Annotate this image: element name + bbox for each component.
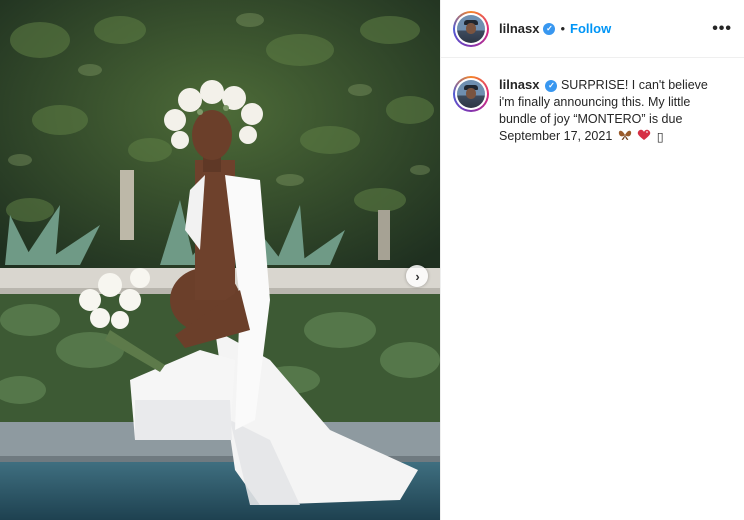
more-options-icon[interactable]: •••	[712, 20, 732, 38]
red-heart-icon	[637, 129, 651, 146]
profile-picture	[457, 80, 485, 108]
avatar[interactable]	[453, 10, 489, 47]
next-photo-button[interactable]: ›	[406, 265, 428, 287]
instagram-post: › lilnasx ✓ • Follow ••• lilnasx ✓ SURPR…	[0, 0, 744, 520]
caption-username[interactable]: lilnasx	[499, 77, 539, 92]
butterfly-icon	[618, 129, 632, 146]
chevron-right-icon: ›	[415, 268, 420, 284]
verified-badge-icon: ✓	[543, 22, 556, 35]
unknown-glyph-icon: ▯	[656, 130, 664, 144]
separator-dot: •	[560, 21, 566, 36]
caption-text: lilnasx ✓ SURPRISE! I can't believe i'm f…	[499, 76, 714, 146]
post-header: lilnasx ✓ • Follow •••	[441, 0, 744, 58]
follow-button[interactable]: Follow	[570, 21, 611, 36]
photo-illustration	[0, 0, 440, 520]
post-sidebar: lilnasx ✓ • Follow ••• lilnasx ✓ SURPRISE…	[440, 0, 744, 520]
header-username[interactable]: lilnasx	[499, 21, 539, 36]
verified-badge-icon: ✓	[545, 79, 558, 92]
post-photo[interactable]: ›	[0, 0, 440, 520]
profile-picture	[457, 14, 485, 43]
caption-avatar[interactable]	[453, 76, 489, 112]
caption-row: lilnasx ✓ SURPRISE! I can't believe i'm f…	[441, 58, 744, 146]
